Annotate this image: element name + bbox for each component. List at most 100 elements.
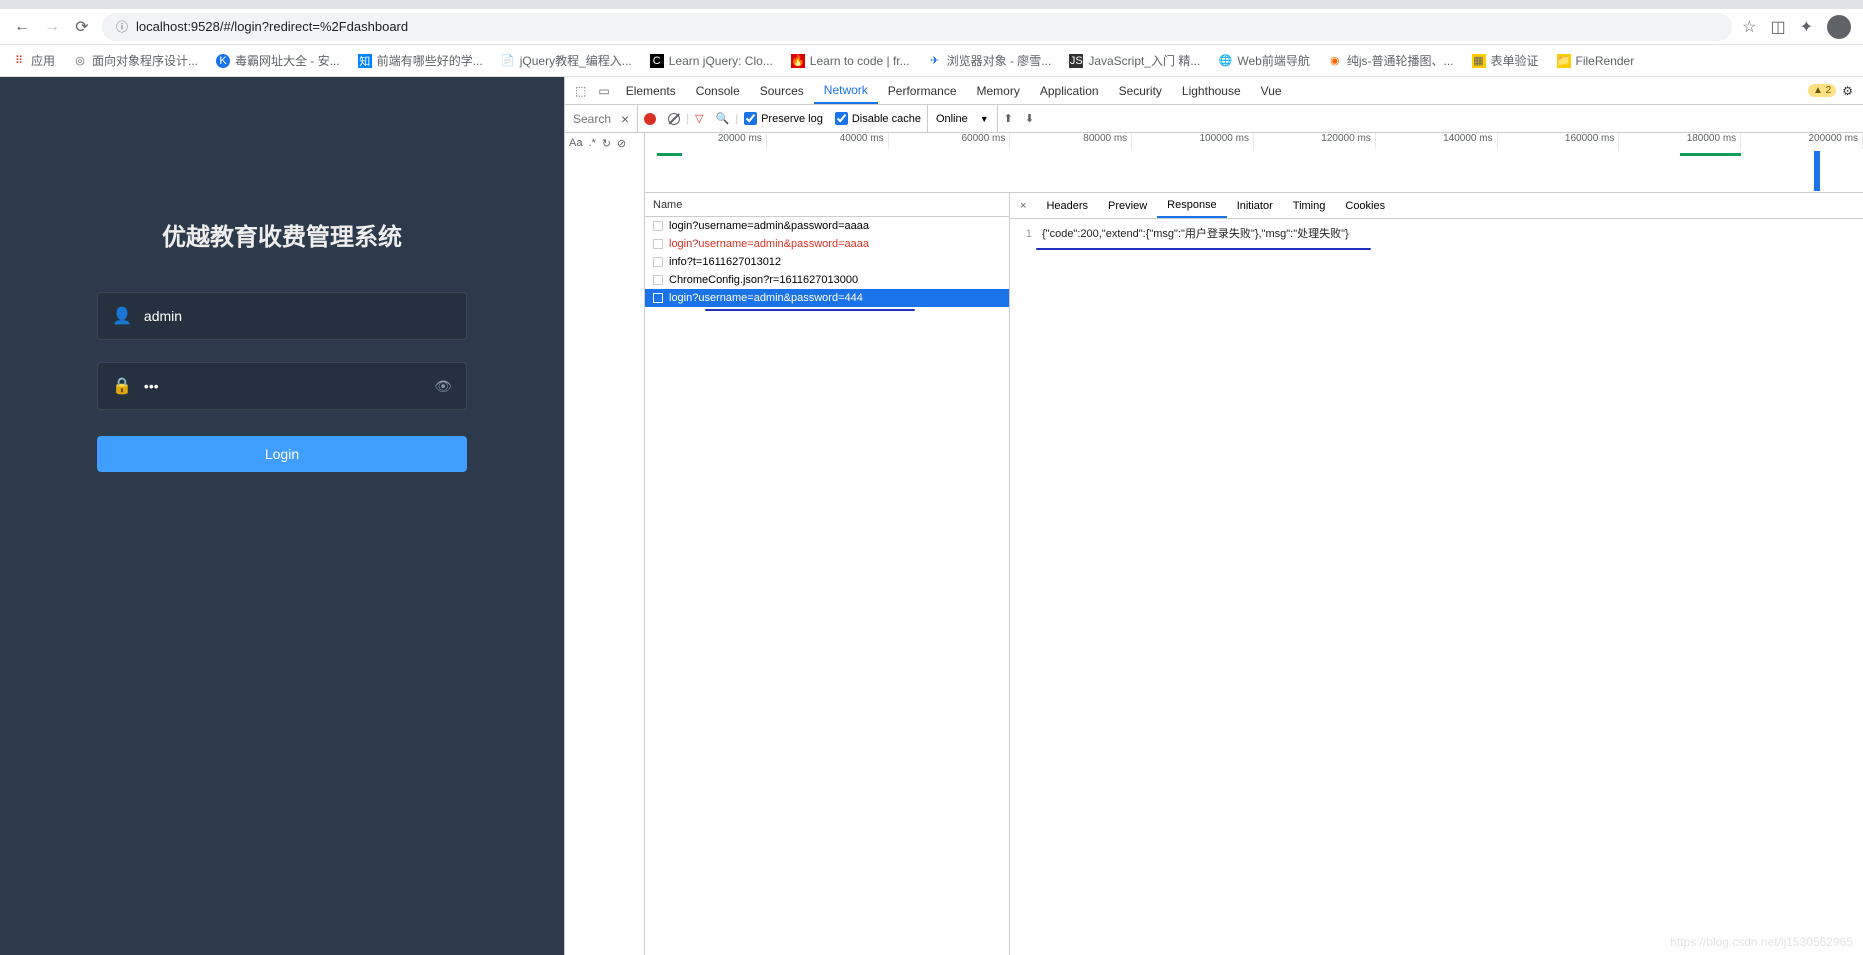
reload-button[interactable]: ⟳ [72,17,92,37]
tick: 120000 ms [1254,133,1376,149]
bookmark-carousel[interactable]: ◉纯js-普通轮播图、... [1328,52,1454,69]
detail-tab-cookies[interactable]: Cookies [1335,193,1395,218]
detail-tab-headers[interactable]: Headers [1036,193,1098,218]
username-input[interactable] [144,308,452,324]
star-icon[interactable]: ☆ [1742,17,1756,37]
search-close-icon[interactable]: × [621,111,629,127]
read-icon[interactable]: ◫ [1770,17,1785,37]
username-wrap: 👤 [97,292,467,340]
tab-performance[interactable]: Performance [878,77,967,104]
user-icon: 👤 [112,306,132,326]
tab-vue[interactable]: Vue [1251,77,1292,104]
request-row[interactable]: login?username=admin&password=aaaa [645,235,1009,253]
match-case-toggle[interactable]: Aa [569,137,582,149]
devtools: ⬚ ▭ Elements Console Sources Network Per… [564,77,1863,955]
lock-icon: 🔒 [112,376,132,396]
detail-tab-response[interactable]: Response [1157,193,1227,218]
request-row[interactable]: info?t=1611627013012 [645,253,1009,271]
bookmark-liao[interactable]: ✈浏览器对象 - 廖雪... [928,52,1052,69]
refresh-search-icon[interactable]: ↻ [602,137,611,150]
detail-tab-timing[interactable]: Timing [1283,193,1336,218]
tab-sources[interactable]: Sources [750,77,814,104]
request-row[interactable]: ChromeConfig.json?r=1611627013000 [645,271,1009,289]
tick: 100000 ms [1132,133,1254,149]
watermark: https://blog.csdn.net/lj1530562965 [1670,935,1853,949]
tab-memory[interactable]: Memory [967,77,1030,104]
login-button[interactable]: Login [97,436,467,472]
detail-tab-preview[interactable]: Preview [1098,193,1157,218]
gear-icon[interactable]: ⚙ [1842,84,1853,98]
login-form: 👤 🔒 👁 Login [97,292,467,472]
inspect-icon[interactable]: ⬚ [569,84,592,98]
bookmark-zhihu[interactable]: 知前端有哪些好的学... [358,52,483,69]
file-icon [653,257,663,267]
search-panel: Aa .* ↻ ⊘ [565,133,645,955]
record-button[interactable] [638,113,662,125]
detail-tab-initiator[interactable]: Initiator [1227,193,1283,218]
profile-icon[interactable] [1827,15,1851,39]
devtools-body: Aa .* ↻ ⊘ 20000 ms 40000 ms 60000 ms 800… [565,133,1863,955]
search-icon[interactable]: 🔍 [710,112,736,125]
password-wrap: 🔒 👁 [97,362,467,410]
tab-elements[interactable]: Elements [616,77,686,104]
bookmark-oop[interactable]: ◎面向对象程序设计... [73,52,198,69]
tick: 180000 ms [1619,133,1741,149]
tab-network[interactable]: Network [814,77,878,104]
bookmark-js[interactable]: JSJavaScript_入门 精... [1069,52,1200,69]
bookmark-duba[interactable]: K毒霸网址大全 - 安... [216,52,340,69]
disable-cache-check[interactable]: Disable cache [829,112,927,125]
preserve-log-check[interactable]: Preserve log [738,112,829,125]
password-input[interactable] [144,378,422,394]
bookmark-freecodecamp[interactable]: 🔥Learn to code | fr... [791,54,910,68]
request-row[interactable]: login?username=admin&password=aaaa [645,217,1009,235]
requests-panel: Name login?username=admin&password=aaaa … [645,193,1010,955]
extensions-icon[interactable]: ✦ [1800,17,1813,37]
network-split: Name login?username=admin&password=aaaa … [645,193,1863,955]
login-title: 优越教育收费管理系统 [162,217,402,252]
tab-console[interactable]: Console [686,77,750,104]
browser-nav: ← → ⟳ ⓘ localhost:9528/#/login?redirect=… [0,9,1863,45]
bookmark-filerender[interactable]: 📁FileRender [1557,54,1635,68]
back-button[interactable]: ← [12,17,32,37]
timeline-ticks: 20000 ms 40000 ms 60000 ms 80000 ms 1000… [645,133,1863,149]
timeline-bars [645,149,1863,193]
tab-lighthouse[interactable]: Lighthouse [1172,77,1251,104]
file-icon [653,275,663,285]
clear-button[interactable] [662,113,686,125]
tick: 60000 ms [889,133,1011,149]
warning-badge[interactable]: ▲ 2 [1808,84,1836,97]
device-icon[interactable]: ▭ [592,84,615,98]
timeline[interactable]: 20000 ms 40000 ms 60000 ms 80000 ms 1000… [645,133,1863,193]
forward-button[interactable]: → [42,17,62,37]
bookmark-learnjq[interactable]: CLearn jQuery: Clo... [650,54,773,68]
line-number: 1 [1018,228,1032,240]
bookmark-apps[interactable]: ⠿应用 [12,52,55,69]
eye-icon[interactable]: 👁 [434,378,452,395]
tick: 140000 ms [1376,133,1498,149]
tab-security[interactable]: Security [1109,77,1172,104]
tick: 160000 ms [1498,133,1620,149]
download-icon[interactable]: ⬇ [1019,112,1040,125]
detail-tabs: × Headers Preview Response Initiator Tim… [1010,193,1863,219]
regex-toggle[interactable]: .* [588,137,595,149]
requests-header[interactable]: Name [645,193,1009,217]
request-row[interactable]: login?username=admin&password=444 [645,289,1009,307]
close-icon[interactable]: × [1010,200,1036,212]
filter-icon[interactable]: ▽ [689,112,709,125]
bookmark-form[interactable]: ▦表单验证 [1472,52,1539,69]
address-bar[interactable]: ⓘ localhost:9528/#/login?redirect=%2Fdas… [102,13,1732,41]
throttle-select[interactable]: Online▼ [927,105,998,132]
devtools-right: 20000 ms 40000 ms 60000 ms 80000 ms 1000… [645,133,1863,955]
login-page: 优越教育收费管理系统 👤 🔒 👁 Login [0,77,564,955]
tab-application[interactable]: Application [1030,77,1109,104]
browser-tabs [0,0,1863,9]
upload-icon[interactable]: ⬆ [998,112,1019,125]
bookmark-webnav[interactable]: 🌐Web前端导航 [1218,52,1309,69]
bookmark-jquery[interactable]: 📄jQuery教程_编程入... [501,52,632,69]
detail-panel: × Headers Preview Response Initiator Tim… [1010,193,1863,955]
devtools-tabs: ⬚ ▭ Elements Console Sources Network Per… [565,77,1863,105]
clear-search-icon[interactable]: ⊘ [617,137,626,150]
response-body[interactable]: 1{"code":200,"extend":{"msg":"用户登录失败"},"… [1010,219,1863,955]
file-icon [653,293,663,303]
search-input[interactable] [573,112,613,126]
